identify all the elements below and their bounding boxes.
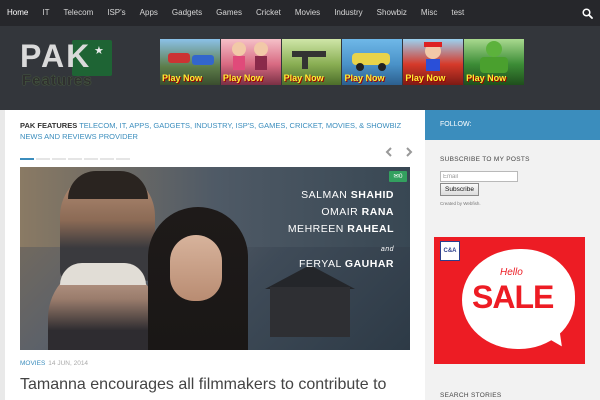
play-now-label: Play Now <box>283 73 324 83</box>
nav-item-industry[interactable]: Industry <box>327 0 369 26</box>
image-actress <box>148 207 248 350</box>
play-now-label: Play Now <box>162 73 203 83</box>
nav-item-telecom[interactable]: Telecom <box>56 0 100 26</box>
logo-text-pak: PAK <box>20 38 92 74</box>
tagline-description: TELECOM, IT, APPS, GADGETS, INDUSTRY, IS… <box>20 121 402 141</box>
subscribe-button[interactable]: Subscribe <box>440 183 479 196</box>
site-tagline: PAK FEATURES TELECOM, IT, APPS, GADGETS,… <box>20 120 410 142</box>
nav-item-misc[interactable]: Misc <box>414 0 444 26</box>
tagline-site-name: PAK FEATURES <box>20 121 78 130</box>
nav-item-test[interactable]: test <box>444 0 471 26</box>
credit-last: GAUHAR <box>344 258 394 270</box>
email-field[interactable] <box>440 171 518 182</box>
logo-text-features: Features <box>22 72 93 89</box>
nav-item-home[interactable]: Home <box>0 0 35 26</box>
post-category-link[interactable]: MOVIES <box>20 360 45 367</box>
ad-hello-text: Hello <box>500 267 523 278</box>
image-actor-2 <box>48 263 158 350</box>
play-now-label: Play Now <box>222 73 263 83</box>
play-now-label: Play Now <box>405 73 446 83</box>
credit-first: SALMAN <box>301 189 348 201</box>
main-content: PAK FEATURES TELECOM, IT, APPS, GADGETS,… <box>5 110 425 400</box>
slider-dot[interactable] <box>68 158 82 160</box>
nav-item-showbiz[interactable]: Showbiz <box>370 0 414 26</box>
subscribe-widget-title: SUBSCRIBE TO MY POSTS <box>440 156 530 163</box>
slider-indicator <box>20 158 130 160</box>
cast-credits: SALMAN SHAHID OMAIR RANA MEHREEN RAHEAL … <box>288 187 394 273</box>
top-navigation: Home IT Telecom ISP's Apps Gadgets Games… <box>0 0 600 26</box>
site-header: ★ PAK Features Play Now Play Now Play No… <box>0 26 600 110</box>
credit-first: FERYAL <box>298 258 342 270</box>
credit-last: RANA <box>361 206 394 218</box>
credit-first: OMAIR <box>321 206 359 218</box>
nav-item-gadgets[interactable]: Gadgets <box>165 0 209 26</box>
slider-dot[interactable] <box>52 158 66 160</box>
post-title-link[interactable]: Tamanna encourages all filmmakers to con… <box>20 374 420 396</box>
game-banner-4[interactable]: Play Now <box>342 39 403 85</box>
ad-sale-text: SALE <box>472 279 554 315</box>
nav-item-apps[interactable]: Apps <box>133 0 165 26</box>
nav-item-it[interactable]: IT <box>35 0 56 26</box>
game-banner-1[interactable]: Play Now <box>160 39 220 85</box>
play-now-label: Play Now <box>466 73 507 83</box>
image-house <box>270 287 350 337</box>
comment-count-badge[interactable]: ✉0 <box>389 171 407 182</box>
slider-dot[interactable] <box>84 158 98 160</box>
search-icon[interactable] <box>574 0 600 26</box>
credit-and: and <box>380 246 394 253</box>
slider-dot[interactable] <box>116 158 130 160</box>
site-logo[interactable]: ★ PAK Features <box>20 38 112 98</box>
follow-bar: FOLLOW: <box>425 110 600 140</box>
chevron-left-icon[interactable] <box>383 146 395 158</box>
chevron-right-icon[interactable] <box>403 146 415 158</box>
credit-last: SHAHID <box>350 189 394 201</box>
game-banner-3[interactable]: Play Now <box>281 39 342 85</box>
credit-last: RAHEAL <box>347 223 394 235</box>
search-widget-title: SEARCH STORIES <box>440 392 502 399</box>
created-by-link[interactable]: Created by Webfish. <box>440 201 481 206</box>
advertisement-banner[interactable]: C&A Hello SALE <box>434 237 585 364</box>
nav-item-isps[interactable]: ISP's <box>100 0 132 26</box>
nav-item-movies[interactable]: Movies <box>288 0 327 26</box>
games-banner[interactable]: Play Now Play Now Play Now Play Now Play… <box>160 39 524 85</box>
game-banner-5[interactable]: Play Now <box>403 39 464 85</box>
nav-item-cricket[interactable]: Cricket <box>249 0 288 26</box>
slider-dot[interactable] <box>36 158 50 160</box>
featured-image[interactable]: SALMAN SHAHID OMAIR RANA MEHREEN RAHEAL … <box>20 167 410 350</box>
slider-dot[interactable] <box>100 158 114 160</box>
game-banner-6[interactable]: Play Now <box>464 39 524 85</box>
sidebar: FOLLOW: SUBSCRIBE TO MY POSTS Subscribe … <box>425 110 600 400</box>
game-banner-2[interactable]: Play Now <box>220 39 281 85</box>
play-now-label: Play Now <box>344 73 385 83</box>
credit-first: MEHREEN <box>287 223 344 235</box>
comment-count: 0 <box>398 173 403 180</box>
nav-item-games[interactable]: Games <box>209 0 249 26</box>
slider-dot-active[interactable] <box>20 158 34 160</box>
slider-controls <box>383 146 415 158</box>
brand-logo: C&A <box>440 241 460 261</box>
post-meta: MOVIES 14 JUN, 2014 <box>20 360 88 367</box>
post-date: 14 JUN, 2014 <box>48 360 89 367</box>
